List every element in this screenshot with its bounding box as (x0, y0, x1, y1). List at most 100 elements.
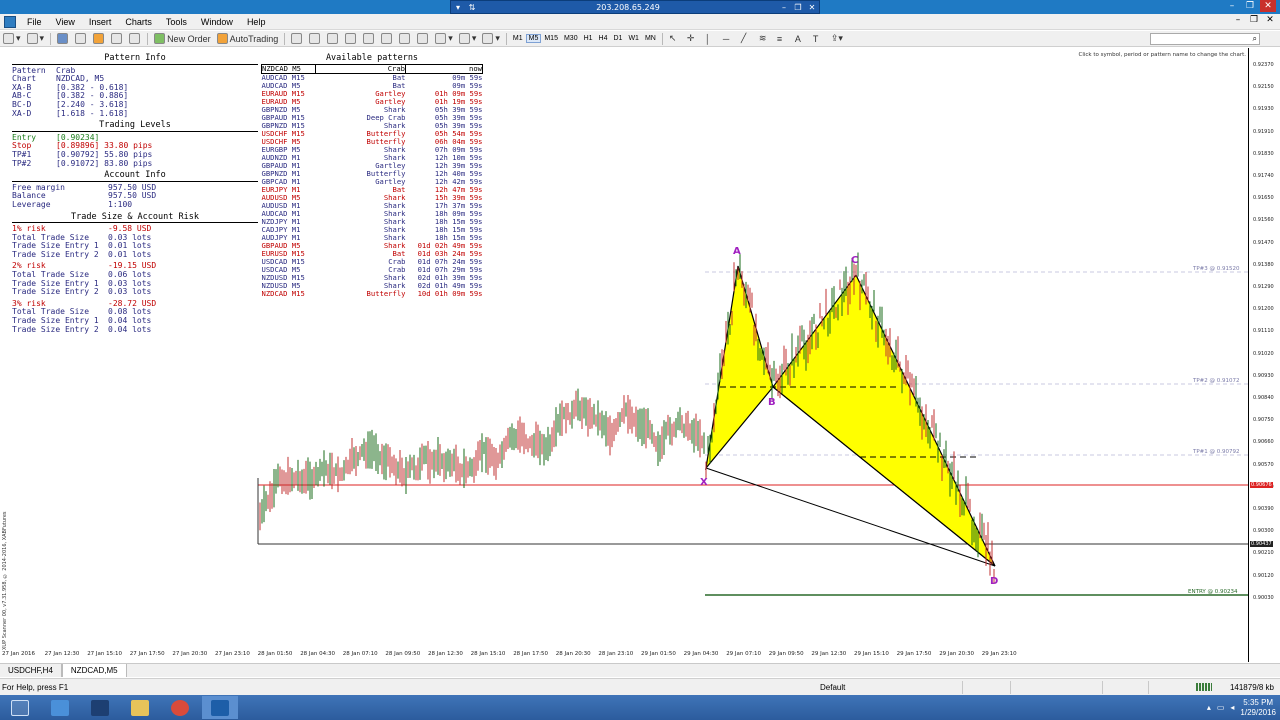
start-button[interactable] (2, 696, 38, 719)
app-logo-icon[interactable] (4, 15, 16, 28)
timeframe-mn[interactable]: MN (642, 34, 659, 43)
time-axis[interactable]: 27 Jan 2016 27 Jan 12:30 27 Jan 15:10 27 Ja… (0, 651, 1248, 661)
network-icon[interactable]: ▭ (1217, 703, 1225, 712)
cursor-icon[interactable]: ↖ (669, 32, 681, 45)
price-tick-label: 0.91740 (1253, 173, 1274, 179)
timeframe-m5[interactable]: M5 (525, 34, 542, 43)
menu-charts[interactable]: Charts (118, 17, 159, 27)
patterns-table: NZDCAD M5 Crab now AUDCAD M15 Bat 09m 59s AUDC… (261, 64, 483, 298)
detail-value: [1.618 - 1.618] (56, 108, 129, 118)
zoom-out-icon[interactable] (363, 32, 375, 45)
search-input[interactable]: ⌕ (1150, 33, 1260, 45)
pattern-detail-row: Chart NZDCAD, M5 (12, 75, 258, 84)
menu-window[interactable]: Window (194, 17, 240, 27)
new-chart-icon[interactable]: ▾ (3, 32, 21, 45)
account-row: Leverage 1:100 (12, 200, 258, 210)
indicators-icon[interactable]: ▾ (435, 32, 453, 45)
price-tick-label: 0.91290 (1253, 284, 1274, 290)
strategy-tester-icon[interactable] (129, 32, 141, 45)
timeframe-h1[interactable]: H1 (581, 34, 596, 43)
traffic-status: 141879/8 kb (1229, 683, 1274, 692)
templates-icon[interactable]: ▾ (482, 32, 500, 45)
tray-expand-icon[interactable]: ▴ (1207, 703, 1211, 712)
fibonacci-icon[interactable]: ≡ (777, 32, 789, 45)
chart-close-icon[interactable]: ✕ (1264, 15, 1276, 25)
candlestick-icon[interactable] (309, 32, 321, 45)
terminal-icon[interactable] (111, 32, 123, 45)
price-tick-label: 0.90030 (1253, 594, 1274, 601)
pattern-name[interactable]: Shark (316, 242, 406, 250)
menu-tools[interactable]: Tools (159, 17, 194, 27)
risk-row-value: 0.01 lots (108, 249, 152, 259)
minimize-window-icon[interactable]: – (1224, 0, 1240, 12)
search-icon[interactable]: ⌕ (1253, 34, 1257, 44)
menu-insert[interactable]: Insert (82, 17, 119, 27)
trading-levels: Entry [0.90234] Stop [0.89896] 33.80 pips T… (12, 133, 258, 168)
pattern-bcd-triangle (772, 273, 996, 567)
bar-chart-icon[interactable] (291, 32, 303, 45)
metatrader-icon[interactable] (202, 696, 238, 719)
chrome-icon[interactable] (162, 696, 198, 719)
volume-icon[interactable]: ◂ (1230, 703, 1234, 712)
price-axis[interactable]: 0.92370 0.92150 0.91930 0.91910 0.91830 0.917… (1248, 48, 1280, 662)
profiles-icon[interactable]: ▾ (26, 32, 44, 45)
clock[interactable]: 5:35 PM 1/29/2016 (1240, 698, 1276, 718)
minimize-icon[interactable]: – (777, 3, 791, 12)
close-window-icon[interactable]: ✕ (1260, 0, 1276, 12)
market-watch-icon[interactable] (57, 32, 69, 45)
maximize-window-icon[interactable]: ❐ (1242, 0, 1258, 12)
time-tick-label: 28 Jan 15:10 (470, 651, 506, 657)
text-icon[interactable]: A (795, 32, 807, 45)
powershell-icon[interactable] (82, 696, 118, 719)
time-tick-label: 28 Jan 07:10 (342, 651, 378, 657)
horizontal-line-icon[interactable]: ─ (723, 32, 735, 45)
menu-file[interactable]: File (20, 17, 49, 27)
chart-shift-icon[interactable] (417, 32, 429, 45)
new-order-button[interactable]: New Order (154, 32, 211, 45)
timeframe-w1[interactable]: W1 (625, 34, 642, 43)
chart-minimize-icon[interactable]: – (1232, 15, 1244, 25)
pattern-age[interactable]: 10d 01h 09m 59s (406, 290, 483, 298)
menu-help[interactable]: Help (240, 17, 273, 27)
pattern-name[interactable]: Bat (316, 74, 406, 83)
line-chart-icon[interactable] (327, 32, 339, 45)
menu-view[interactable]: View (49, 17, 82, 27)
autoscroll-icon[interactable] (399, 32, 411, 45)
close-icon[interactable]: ✕ (805, 3, 819, 12)
pattern-row[interactable]: NZDCAD M15 Butterfly 10d 01h 09m 59s (262, 290, 483, 298)
timeframe-h4[interactable]: H4 (596, 34, 611, 43)
text-label-icon[interactable]: T (813, 32, 825, 45)
periods-icon[interactable]: ▾ (458, 32, 476, 45)
chart-restore-icon[interactable]: ❐ (1248, 15, 1260, 25)
patterns-header-cell[interactable]: Crab (315, 64, 406, 74)
price-tick-label: 0.91560 (1253, 217, 1274, 224)
timeframe-m30[interactable]: M30 (561, 34, 581, 43)
channel-icon[interactable]: ≋ (759, 32, 771, 45)
timeframe-d1[interactable]: D1 (611, 34, 626, 43)
timeframe-m15[interactable]: M15 (541, 34, 561, 43)
pin-icon[interactable]: ▾ (451, 3, 465, 12)
timeframe-m1[interactable]: M1 (510, 34, 526, 43)
remote-session-bar: ▾ ⇅ 203.208.65.249 – ❐ ✕ – ❐ ✕ (0, 0, 1280, 14)
trendline-icon[interactable]: ╱ (741, 32, 753, 45)
chart-tabs: USDCHF,H4 NZDCAD,M5 (0, 663, 1280, 677)
server-manager-icon[interactable] (42, 696, 78, 719)
zoom-in-icon[interactable] (345, 32, 357, 45)
pattern-symbol[interactable]: NZDCAD M15 (262, 290, 316, 298)
file-explorer-icon[interactable] (122, 696, 158, 719)
connection-status-icon[interactable] (1196, 683, 1212, 691)
tab-nzdcad-m5[interactable]: NZDCAD,M5 (61, 664, 127, 677)
point-d-label: D (990, 576, 998, 587)
pattern-name[interactable]: Gartley (316, 178, 405, 186)
restore-icon[interactable]: ❐ (791, 3, 805, 12)
navigator-icon[interactable] (93, 32, 105, 45)
vertical-line-icon[interactable]: │ (705, 32, 717, 45)
pattern-name[interactable]: Butterfly (316, 290, 406, 298)
price-tick-label: 0.90840 (1253, 395, 1274, 401)
crosshair-icon[interactable]: ✛ (687, 32, 699, 45)
tab-usdchf-h4[interactable]: USDCHF,H4 (0, 664, 62, 677)
data-window-icon[interactable] (75, 32, 87, 45)
tile-windows-icon[interactable] (381, 32, 393, 45)
arrows-icon[interactable]: ⇪▾ (831, 32, 843, 45)
autotrading-button[interactable]: AutoTrading (216, 32, 278, 45)
